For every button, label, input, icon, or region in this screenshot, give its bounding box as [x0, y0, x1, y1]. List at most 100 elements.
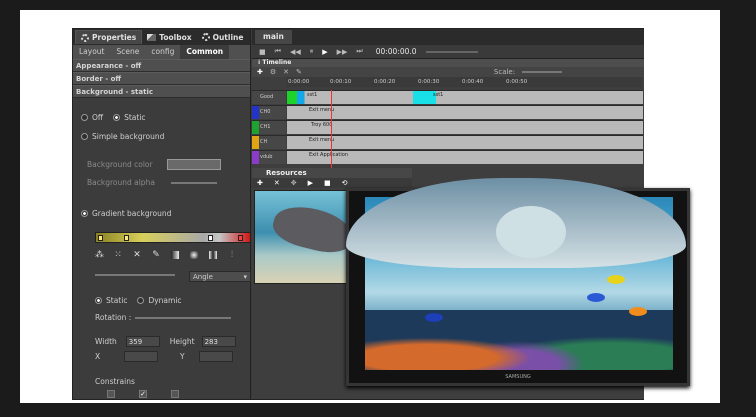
- gradient-stop[interactable]: [208, 235, 213, 241]
- background-color-swatch[interactable]: [166, 159, 221, 170]
- play-icon[interactable]: ▶: [308, 179, 313, 187]
- motion-row: Static Dynamic: [95, 296, 182, 305]
- bg-mode-row: Off Static: [81, 113, 146, 122]
- height-input[interactable]: 283: [201, 336, 236, 347]
- gradient-stop[interactable]: [124, 235, 129, 241]
- coral-reef-image: [365, 310, 673, 370]
- panel-tabs: Properties Toolbox Outline: [73, 29, 250, 45]
- timeline-clip[interactable]: Exit Application: [289, 151, 409, 164]
- angle-slider-row: [95, 274, 175, 276]
- move-icon[interactable]: ✥: [291, 179, 297, 187]
- play-icon[interactable]: ▶: [322, 48, 327, 56]
- timeline-title: Timeline: [262, 59, 292, 66]
- section-appearance[interactable]: Appearance - off: [73, 59, 250, 72]
- constrain-checkbox[interactable]: ✓: [139, 390, 147, 398]
- y-input[interactable]: [198, 351, 233, 362]
- rewind-start-icon[interactable]: ⏮: [275, 47, 281, 56]
- subtab-layout[interactable]: Layout: [73, 45, 111, 59]
- timeline-clip[interactable]: Exit menu: [289, 106, 369, 119]
- ruler-tick: 0:00:00: [288, 79, 310, 85]
- eyedropper-icon[interactable]: ✎: [152, 251, 160, 260]
- tab-toolbox[interactable]: Toolbox: [142, 30, 196, 44]
- adjust-icon[interactable]: ⫶: [228, 251, 236, 260]
- simple-background-label: Simple background: [92, 132, 165, 141]
- timeline-clip[interactable]: sst1: [287, 91, 413, 104]
- constrain-checkbox[interactable]: [171, 390, 179, 398]
- subtab-common[interactable]: Common: [180, 45, 230, 59]
- loop-icon[interactable]: ⟲: [342, 179, 348, 187]
- gradient-stop[interactable]: [238, 235, 243, 241]
- playhead-line: [331, 90, 332, 168]
- track-body: Exit Application: [287, 151, 643, 164]
- ruler-tick: 0:00:20: [374, 79, 396, 85]
- playhead-scrubber[interactable]: [425, 50, 478, 53]
- x-label: X: [95, 352, 101, 361]
- add-icon[interactable]: ✚: [257, 68, 263, 76]
- timeline-clip[interactable]: Exit menu: [289, 136, 369, 149]
- delete-icon[interactable]: ✕: [133, 251, 141, 260]
- delete-icon[interactable]: ✕: [283, 68, 289, 76]
- radio-gradient-background[interactable]: [81, 210, 88, 217]
- radio-static-motion[interactable]: [95, 297, 102, 304]
- delete-icon[interactable]: ✕: [274, 179, 280, 187]
- bg-alpha-row: Background alpha: [87, 178, 217, 187]
- gear-icon: [81, 33, 89, 42]
- end-icon[interactable]: ⏭: [356, 47, 362, 56]
- tab-label: Toolbox: [159, 32, 192, 42]
- grid-icon[interactable]: ⁙: [114, 251, 122, 260]
- timeline-track[interactable]: Good sst1 sst1: [252, 90, 643, 104]
- angle-slider[interactable]: [95, 274, 175, 276]
- step-back-icon[interactable]: ◀◀: [290, 48, 301, 56]
- tab-outline[interactable]: Outline: [197, 30, 249, 44]
- fish-image: [607, 275, 625, 284]
- radio-dynamic[interactable]: [137, 297, 145, 304]
- bg-color-row: Background color: [87, 159, 221, 170]
- rotation-slider[interactable]: [135, 316, 232, 319]
- timeline-ruler[interactable]: 0:00:00 0:00:10 0:00:20 0:00:30 0:00:40 …: [286, 77, 642, 87]
- timeline-clip[interactable]: Troy 600: [289, 121, 369, 134]
- track-name: CH1: [252, 121, 286, 134]
- linear-gradient-icon[interactable]: [171, 251, 179, 259]
- distribute-icon[interactable]: ⁂: [95, 251, 104, 260]
- subtab-config[interactable]: config: [145, 45, 180, 59]
- timeline-track[interactable]: CH1 Troy 600: [252, 120, 643, 134]
- tab-main[interactable]: main: [255, 30, 292, 44]
- reflect-gradient-icon[interactable]: [209, 251, 217, 259]
- radio-simple-background[interactable]: [81, 133, 88, 140]
- properties-panel: Properties Toolbox Outline Layout Scene …: [73, 29, 251, 399]
- stop-icon[interactable]: ■: [324, 179, 331, 187]
- step-forward-icon[interactable]: ▶▶: [337, 48, 348, 56]
- clip-label: sst1: [433, 92, 444, 98]
- x-input[interactable]: [124, 351, 158, 362]
- timeline-track[interactable]: vdub Exit Application: [252, 150, 643, 164]
- gradient-stop[interactable]: [98, 235, 103, 241]
- section-border[interactable]: Border - off: [73, 72, 250, 85]
- subtab-scene[interactable]: Scene: [111, 45, 146, 59]
- stingray-belly-image: [496, 206, 566, 258]
- scale-slider[interactable]: [522, 71, 563, 73]
- pause-icon[interactable]: ⏸: [310, 47, 314, 56]
- stop-icon[interactable]: ■: [259, 48, 266, 56]
- section-background[interactable]: Background - static: [73, 85, 250, 98]
- gradient-editor[interactable]: [95, 232, 251, 243]
- radial-gradient-icon[interactable]: [190, 251, 198, 259]
- radio-off[interactable]: [81, 114, 88, 121]
- timeline-track[interactable]: CH Exit menu: [252, 135, 643, 149]
- track-name: Good: [252, 91, 286, 104]
- add-icon[interactable]: ✚: [257, 179, 263, 187]
- timeline-clip[interactable]: sst1: [413, 91, 643, 104]
- timeline-track[interactable]: CH0 Exit menu: [252, 105, 643, 119]
- tab-properties[interactable]: Properties: [75, 30, 143, 44]
- background-alpha-slider[interactable]: [170, 181, 217, 184]
- gradient-bg-row: Gradient background: [81, 209, 171, 218]
- resources-tools: ✚ ✕ ✥ ▶ ■ ⟲: [252, 178, 412, 188]
- settings-icon[interactable]: ⚙: [270, 68, 276, 76]
- angle-select[interactable]: Angle ▾: [189, 271, 251, 282]
- timecode: 00:00:00.0: [375, 47, 417, 56]
- ruler-tick: 0:00:10: [330, 79, 352, 85]
- radio-static[interactable]: [113, 114, 121, 121]
- constrain-checkbox[interactable]: [107, 390, 115, 398]
- edit-icon[interactable]: ✎: [296, 68, 302, 76]
- width-input[interactable]: 359: [125, 336, 160, 347]
- y-label: Y: [180, 352, 185, 361]
